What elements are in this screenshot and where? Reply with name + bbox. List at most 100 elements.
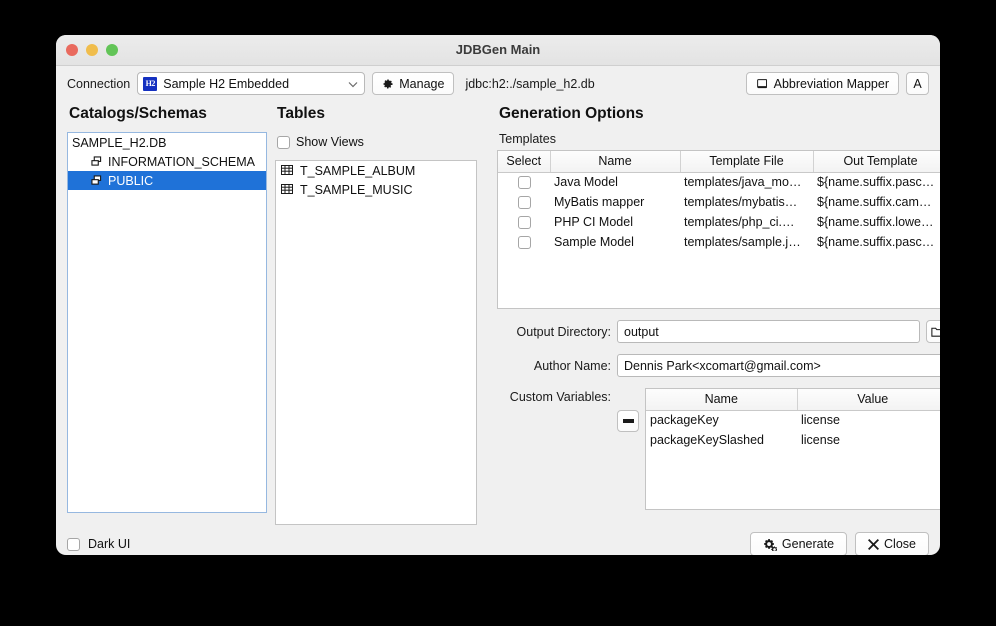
variable-name: packageKeySlashed xyxy=(650,433,764,447)
table-row[interactable]: Sample Model templates/sample.j… ${name.… xyxy=(498,232,940,252)
footer-bar: Dark UI Generate Close xyxy=(56,525,940,555)
templates-header-row: Select Name Template File Out Template xyxy=(498,151,940,173)
connection-selected-value: Sample H2 Embedded xyxy=(163,76,290,91)
jdbc-url-text: jdbc:h2:./sample_h2.db xyxy=(465,76,595,91)
custom-variables-row: Custom Variables: Name Value packageKey … xyxy=(497,388,940,510)
template-select-checkbox[interactable] xyxy=(517,176,531,190)
schema-icon xyxy=(90,155,103,168)
column-header-name[interactable]: Name xyxy=(550,151,681,173)
column-header-variable-value[interactable]: Value xyxy=(797,389,940,411)
output-directory-label: Output Directory: xyxy=(516,324,611,339)
template-out: ${name.suffix.lowe… xyxy=(817,215,934,229)
variable-value: license xyxy=(801,413,840,428)
folder-icon xyxy=(930,326,940,338)
table-row[interactable]: MyBatis mapper templates/mybatis… ${name… xyxy=(498,192,940,212)
generation-options-panel: Generation Options Templates Select Name… xyxy=(477,101,940,525)
template-file: templates/sample.j… xyxy=(684,235,801,249)
list-item[interactable]: T_SAMPLE_ALBUM xyxy=(276,161,476,180)
variable-value: license xyxy=(801,433,840,447)
show-views-label: Show Views xyxy=(296,135,364,149)
template-file: templates/mybatis… xyxy=(684,195,798,209)
template-select-checkbox[interactable] xyxy=(517,236,531,250)
tree-node-information-schema[interactable]: INFORMATION_SCHEMA xyxy=(68,152,266,171)
template-out: ${name.suffix.pasc… xyxy=(817,175,935,190)
table-name: T_SAMPLE_MUSIC xyxy=(300,182,413,197)
template-name: Java Model xyxy=(554,175,618,190)
table-row[interactable]: Java Model templates/java_mo… ${name.suf… xyxy=(498,172,940,192)
remove-variable-button[interactable] xyxy=(617,410,639,432)
template-select-cell[interactable] xyxy=(498,172,550,192)
list-item[interactable]: T_SAMPLE_MUSIC xyxy=(276,180,476,199)
generate-button[interactable]: Generate xyxy=(749,532,848,555)
output-directory-input[interactable]: output xyxy=(617,320,920,343)
font-size-button[interactable]: A xyxy=(906,72,929,95)
abbreviation-mapper-button[interactable]: Abbreviation Mapper xyxy=(745,72,899,95)
abbreviation-mapper-label: Abbreviation Mapper xyxy=(773,76,889,91)
template-file: templates/php_ci.… xyxy=(684,215,795,229)
chevron-down-icon xyxy=(347,78,359,90)
tables-list[interactable]: T_SAMPLE_ALBUM T_SAMPLE_MUSIC xyxy=(275,160,477,525)
column-header-template-file[interactable]: Template File xyxy=(680,151,814,173)
custom-variables-header-row: Name Value xyxy=(646,389,940,411)
author-name-row: Author Name: Dennis Park<xcomart@gmail.c… xyxy=(497,354,940,377)
generate-button-label: Generate xyxy=(781,537,835,551)
templates-label: Templates xyxy=(499,132,556,146)
connection-toolbar: Connection H2 Sample H2 Embedded Manage … xyxy=(56,66,940,101)
gear-icon xyxy=(382,78,394,90)
templates-table[interactable]: Select Name Template File Out Template J… xyxy=(497,150,940,309)
template-name: PHP CI Model xyxy=(554,215,633,229)
template-name: MyBatis mapper xyxy=(554,195,645,209)
template-select-cell[interactable] xyxy=(498,212,550,232)
h2-database-icon: H2 xyxy=(143,76,158,91)
custom-variables-label: Custom Variables: xyxy=(509,390,611,404)
browse-folder-button[interactable] xyxy=(926,320,940,343)
dark-ui-checkbox[interactable] xyxy=(67,537,80,551)
generation-options-title: Generation Options xyxy=(499,105,644,122)
catalogs-tree[interactable]: SAMPLE_H2.DB INFORMATION_SCHEMA PUBLIC xyxy=(67,132,267,513)
gears-icon xyxy=(763,538,777,551)
table-row[interactable]: packageKey license xyxy=(646,410,940,430)
template-select-checkbox[interactable] xyxy=(517,216,531,230)
column-header-out-template[interactable]: Out Template xyxy=(813,151,940,173)
close-button[interactable]: Close xyxy=(855,532,929,555)
custom-variables-table[interactable]: Name Value packageKey license packageKey… xyxy=(645,388,940,510)
close-button-label: Close xyxy=(884,537,916,551)
schema-icon xyxy=(90,174,103,187)
main-content: Catalogs/Schemas SAMPLE_H2.DB INFORMATIO… xyxy=(56,101,940,525)
show-views-checkbox[interactable] xyxy=(277,135,290,149)
manage-connections-button[interactable]: Manage xyxy=(372,72,455,95)
manage-button-label: Manage xyxy=(399,76,445,91)
author-name-label: Author Name: xyxy=(533,358,611,373)
template-select-cell[interactable] xyxy=(498,232,550,252)
catalogs-title: Catalogs/Schemas xyxy=(69,105,207,122)
table-row[interactable]: PHP CI Model templates/php_ci.… ${name.s… xyxy=(498,212,940,232)
author-name-input[interactable]: Dennis Park<xcomart@gmail.com> xyxy=(617,354,940,377)
table-icon xyxy=(281,183,294,196)
column-header-select[interactable]: Select xyxy=(498,151,551,173)
table-row[interactable]: packageKeySlashed license xyxy=(646,430,940,450)
connection-label: Connection xyxy=(67,76,131,91)
dark-ui-label: Dark UI xyxy=(88,537,131,551)
tables-panel: Tables Show Views T_SAMPLE_ALBUM T_SAMPL… xyxy=(267,101,477,525)
table-icon xyxy=(281,164,294,177)
catalogs-node-label: INFORMATION_SCHEMA xyxy=(108,154,255,169)
template-name: Sample Model xyxy=(554,235,634,249)
catalogs-node-label: SAMPLE_H2.DB xyxy=(72,135,167,150)
catalogs-node-label: PUBLIC xyxy=(108,173,154,188)
app-window: JDBGen Main Connection H2 Sample H2 Embe… xyxy=(56,35,940,555)
template-select-cell[interactable] xyxy=(498,192,550,212)
tree-node-public[interactable]: PUBLIC xyxy=(68,171,266,190)
template-select-checkbox[interactable] xyxy=(517,196,531,210)
tree-node-database[interactable]: SAMPLE_H2.DB xyxy=(68,133,266,152)
window-title: JDBGen Main xyxy=(455,42,541,57)
template-out: ${name.suffix.cam… xyxy=(817,195,932,209)
template-file: templates/java_mo… xyxy=(684,175,802,190)
variable-name: packageKey xyxy=(650,413,719,428)
column-header-variable-name[interactable]: Name xyxy=(646,389,798,411)
book-icon xyxy=(756,78,769,90)
connection-select[interactable]: H2 Sample H2 Embedded xyxy=(137,72,366,95)
close-x-icon xyxy=(868,538,880,550)
template-out: ${name.suffix.pasc… xyxy=(817,235,935,249)
show-views-checkbox-row[interactable]: Show Views xyxy=(277,132,477,152)
output-directory-row: Output Directory: output xyxy=(497,320,940,343)
